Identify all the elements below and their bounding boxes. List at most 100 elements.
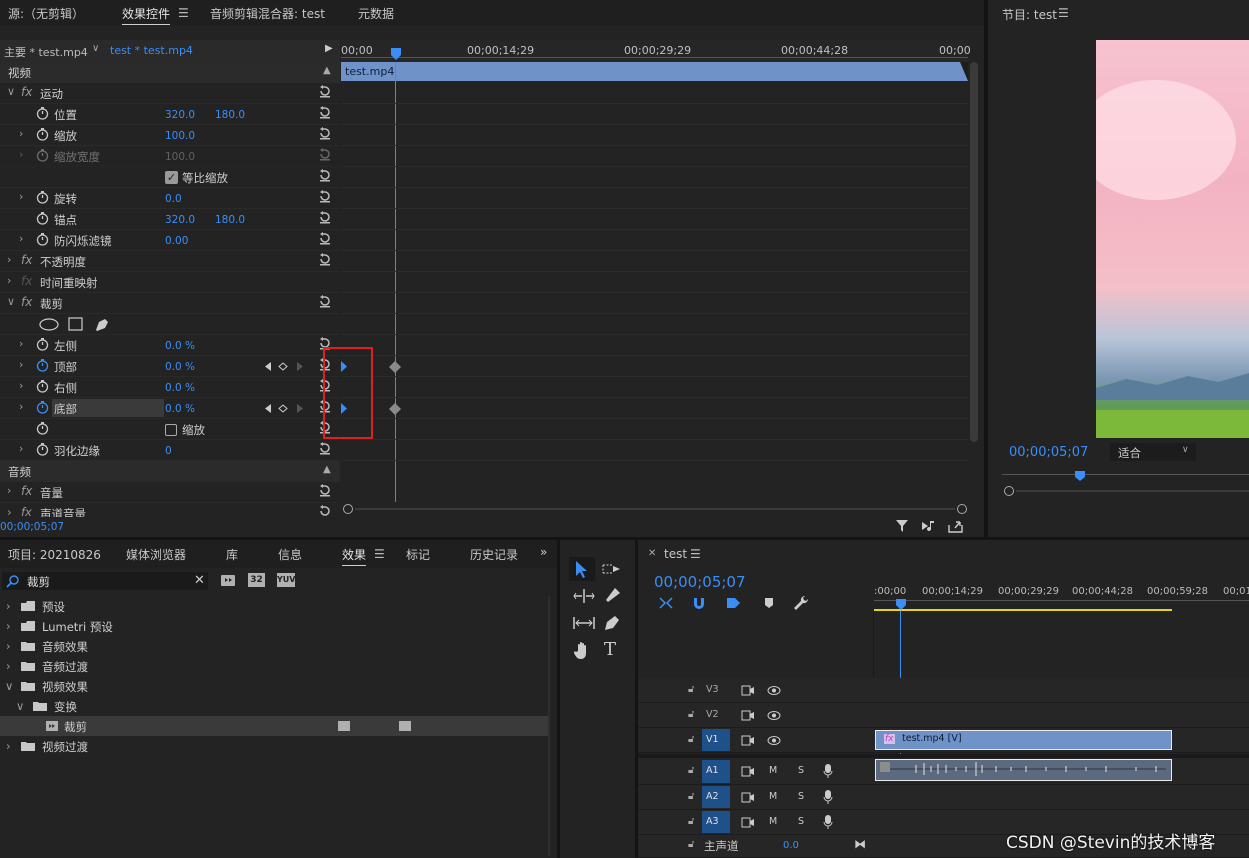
track-a2[interactable]: 🔓︎ A2 M S [638, 785, 1249, 810]
tab-media-browser[interactable]: 媒体浏览器 [126, 546, 186, 563]
tree-item-presets[interactable]: › 预设 [0, 596, 548, 616]
go-to-in-out-icon[interactable]: ⧓ [854, 837, 866, 851]
microphone-icon[interactable] [823, 763, 833, 779]
audio-loop-icon[interactable] [921, 519, 937, 534]
fx-icon[interactable]: fx [21, 295, 32, 309]
tab-markers[interactable]: 标记 [406, 546, 430, 563]
nest-toggle-icon[interactable] [658, 596, 674, 610]
lock-icon[interactable]: 🔓︎ [688, 791, 694, 802]
lock-icon[interactable]: 🔓︎ [688, 709, 694, 720]
stopwatch-active-icon[interactable] [36, 359, 49, 372]
mute-button[interactable]: M [769, 791, 777, 802]
property-position[interactable]: 位置 320.0 180.0 [0, 104, 338, 125]
stopwatch-icon[interactable] [36, 212, 49, 225]
program-time-ruler[interactable] [1002, 474, 1249, 484]
stopwatch-icon[interactable] [36, 191, 49, 204]
chevron-right-icon[interactable]: › [19, 190, 23, 203]
tree-item-video-transitions[interactable]: › 视频过渡 [0, 736, 548, 756]
track-v2[interactable]: 🔓︎ V2 [638, 703, 1249, 728]
chevron-right-icon[interactable]: › [19, 400, 23, 413]
position-y-value[interactable]: 180.0 [215, 109, 245, 121]
ripple-edit-tool-icon[interactable] [573, 588, 595, 604]
solo-button[interactable]: S [798, 791, 804, 802]
chevron-right-icon[interactable]: › [6, 639, 11, 653]
tree-item-audio-effects[interactable]: › 音频效果 [0, 636, 548, 656]
keyframe-diamond-icon[interactable] [389, 403, 401, 415]
tab-project[interactable]: 项目: 20210826 [8, 546, 101, 563]
fx-icon[interactable]: fx [21, 85, 32, 99]
chevron-right-icon[interactable]: › [19, 442, 23, 455]
chevron-right-icon[interactable]: › [7, 274, 11, 287]
microphone-icon[interactable] [823, 814, 833, 830]
master-volume-value[interactable]: 0.0 [783, 840, 799, 851]
chevron-down-icon[interactable]: ∨ [7, 85, 15, 98]
fx-icon[interactable]: fx [21, 253, 32, 267]
chevron-right-icon[interactable]: › [7, 484, 11, 497]
collapse-up-icon[interactable]: ▲ [323, 464, 331, 475]
tab-source[interactable]: 源:（无剪辑） [8, 5, 84, 22]
property-crop-bottom[interactable]: › 底部 0.0 % [0, 398, 338, 419]
type-tool-icon[interactable]: T [604, 639, 616, 660]
reset-icon[interactable] [318, 168, 332, 185]
snap-icon[interactable] [692, 596, 706, 610]
sync-lock-icon[interactable] [741, 792, 755, 803]
slip-tool-icon[interactable] [572, 615, 596, 631]
wrench-icon[interactable] [793, 595, 809, 611]
ec-clip-bar[interactable]: test.mp4 [341, 62, 968, 81]
tab-effects[interactable]: 效果 [342, 546, 367, 566]
pen-tool-icon[interactable] [603, 614, 621, 632]
add-marker-icon[interactable] [763, 597, 775, 609]
stopwatch-icon[interactable] [36, 443, 49, 456]
ec-time-ruler[interactable]: 00;00 00;00;14;29 00;00;29;29 00;00;44;2… [341, 40, 971, 62]
crop-top-value[interactable]: 0.0 % [165, 361, 195, 373]
program-title[interactable]: 节目: test [1002, 6, 1057, 23]
chevron-right-icon[interactable]: › [6, 619, 11, 633]
video-clip[interactable]: fx test.mp4 [V] [875, 730, 1172, 750]
panel-menu-icon[interactable]: ☰ [374, 547, 385, 561]
chevron-right-icon[interactable]: › [19, 379, 23, 392]
property-rotation[interactable]: › 旋转 0.0 [0, 188, 338, 209]
fx-icon[interactable]: fx [21, 484, 32, 498]
selection-tool-icon[interactable] [575, 560, 589, 578]
chevron-right-icon[interactable]: › [19, 127, 23, 140]
sequence-timecode[interactable]: 00;00;05;07 [654, 573, 746, 591]
chevron-right-icon[interactable]: › [19, 232, 23, 245]
lock-icon[interactable]: 🔓︎ [688, 839, 694, 850]
program-zoom-handle[interactable] [1004, 486, 1014, 496]
zoom-handle-right[interactable] [957, 504, 967, 514]
effect-opacity[interactable]: › fx 不透明度 [0, 251, 338, 272]
effect-crop[interactable]: ∨ fx 裁剪 [0, 293, 338, 314]
solo-button[interactable]: S [798, 816, 804, 827]
stopwatch-icon[interactable] [36, 107, 49, 120]
anchor-x-value[interactable]: 320.0 [165, 214, 195, 226]
reset-icon[interactable] [318, 294, 332, 311]
program-video-frame[interactable] [1096, 40, 1249, 438]
scale-value[interactable]: 100.0 [165, 130, 195, 142]
position-x-value[interactable]: 320.0 [165, 109, 195, 121]
property-antiflicker[interactable]: › 防闪烁滤镜 0.00 [0, 230, 338, 251]
property-anchor[interactable]: 锚点 320.0 180.0 [0, 209, 338, 230]
accelerated-effects-icon[interactable] [220, 573, 236, 587]
panel-menu-icon[interactable]: ☰ [1058, 6, 1069, 20]
tree-item-transform[interactable]: ∨ 变换 [0, 696, 548, 716]
chevron-right-icon[interactable]: › [7, 505, 12, 517]
tree-item-crop-effect[interactable]: 裁剪 [0, 716, 548, 736]
property-crop-right[interactable]: › 右侧 0.0 % [0, 377, 338, 398]
eye-icon[interactable] [767, 735, 781, 746]
tab-library[interactable]: 库 [226, 546, 238, 563]
tab-audio-clip-mixer[interactable]: 音频剪辑混合器: test [210, 5, 325, 22]
32bit-effects-icon[interactable]: 32 [248, 573, 265, 587]
playhead-icon[interactable] [390, 47, 402, 61]
more-panels-icon[interactable]: » [540, 545, 547, 559]
zoom-handle-left[interactable] [343, 504, 353, 514]
track-v3[interactable]: 🔓︎ V3 [638, 678, 1249, 703]
ec-zoom-scrollbar[interactable] [341, 504, 968, 514]
property-uniform-scale[interactable]: ✓ 等比缩放 [0, 167, 338, 188]
chevron-right-icon[interactable]: › [19, 358, 23, 371]
reset-icon[interactable] [318, 84, 332, 101]
reset-icon[interactable] [318, 504, 332, 517]
rectangle-mask-icon[interactable] [68, 317, 83, 331]
chevron-down-icon[interactable]: ∨ [7, 295, 15, 308]
play-right-icon[interactable]: ▶ [325, 43, 333, 54]
export-icon[interactable] [948, 519, 964, 534]
